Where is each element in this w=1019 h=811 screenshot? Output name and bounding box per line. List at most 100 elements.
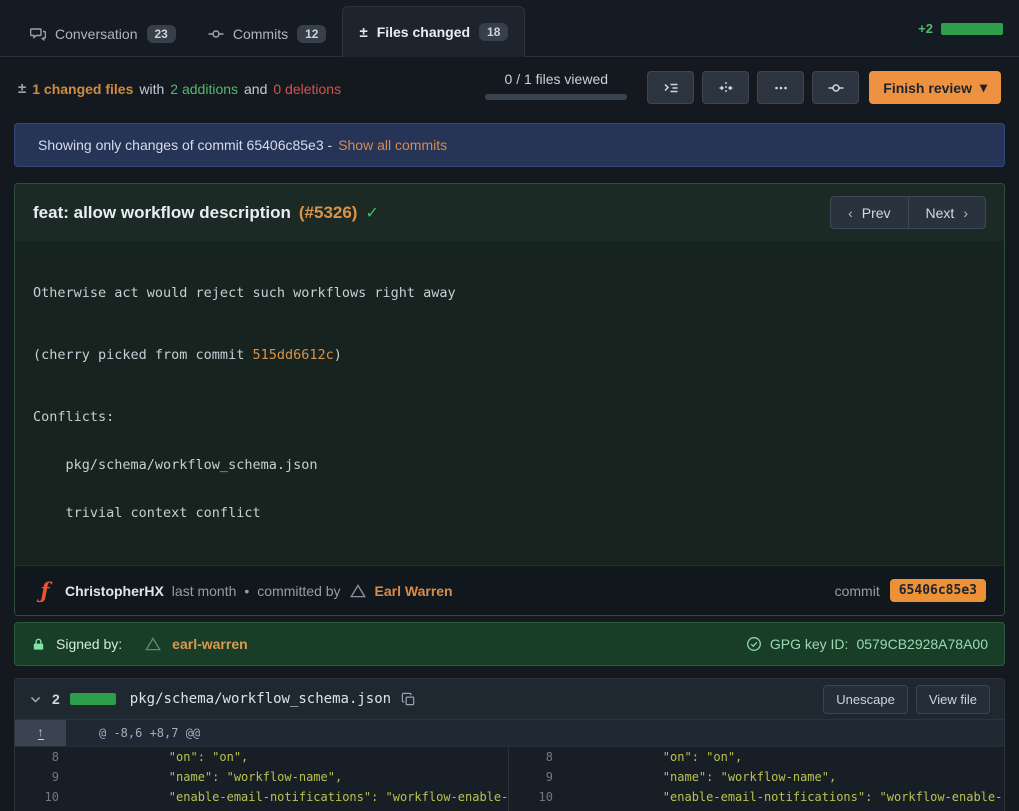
copy-path-icon[interactable] [401, 692, 416, 707]
verified-icon [746, 636, 762, 652]
commit-meta-row: ƒ ChristopherHX last month • committed b… [15, 565, 1004, 615]
files-viewed-label: 0 / 1 files viewed [485, 71, 627, 87]
signature-row: Signed by: earl-warren GPG key ID: 0579C… [14, 622, 1005, 666]
file-header: 2 pkg/schema/workflow_schema.json Unesca… [15, 679, 1004, 720]
tab-conversation[interactable]: Conversation 23 [14, 12, 192, 56]
commit-icon [208, 26, 224, 42]
file-path: pkg/schema/workflow_schema.json [130, 691, 391, 707]
code-line: "on": "on", [605, 747, 1004, 767]
file-actions: Unescape View file [823, 685, 990, 714]
ellipsis-icon [773, 80, 789, 96]
diff-row: 8 "on": "on", [509, 747, 1004, 767]
diff-icon: ± [18, 80, 26, 97]
line-number[interactable]: 9 [509, 767, 553, 787]
code-line: "enable-email-notifications": "workflow-… [605, 787, 1004, 807]
commit-message-line: (cherry picked from commit 515dd6612c) [33, 347, 986, 363]
commit-icon [828, 80, 844, 96]
commit-title-text: feat: allow workflow description [33, 203, 291, 223]
show-all-commits-link[interactable]: Show all commits [338, 137, 447, 153]
signer-avatar[interactable] [144, 635, 162, 653]
expand-up-icon: ↑ [38, 727, 44, 740]
line-number[interactable]: 10 [509, 787, 553, 807]
diff-icon: ± [359, 24, 367, 41]
gpg-key-group: GPG key ID: 0579CB2928A78A00 [746, 636, 988, 652]
chevron-down-icon[interactable] [29, 693, 42, 706]
cherry-pick-commit-link[interactable]: 515dd6612c [252, 347, 333, 363]
code-line-wrap: email-notifications", [593, 807, 1004, 811]
line-number[interactable]: 9 [15, 767, 59, 787]
unescape-button[interactable]: Unescape [823, 685, 908, 714]
code-line: "name": "workflow-name", [605, 767, 1004, 787]
commit-message-line: Conflicts: [33, 409, 986, 425]
caret-down-icon: ▾ [980, 79, 987, 96]
pr-reference-link[interactable]: (#5326) [299, 203, 358, 223]
pr-tab-bar: Conversation 23 Commits 12 ± Files chang… [0, 0, 1019, 57]
code-line: "name": "workflow-name", [111, 767, 508, 787]
finish-review-button[interactable]: Finish review ▾ [869, 71, 1001, 104]
next-commit-button[interactable]: Next › [909, 196, 986, 229]
diffstat-bar [941, 23, 1003, 35]
more-options-button[interactable] [757, 71, 804, 104]
diff-row: 9 "name": "workflow-name", [15, 767, 508, 787]
expand-hunk-button[interactable]: ↑ [15, 720, 66, 746]
commit-header: feat: allow workflow description (#5326)… [15, 184, 1004, 241]
diff-pane-old: 8 "on": "on", 9 "name": "workflow-name",… [15, 747, 508, 811]
committer-link[interactable]: Earl Warren [375, 583, 453, 599]
hunk-header-text: @ -8,6 +8,7 @@ [99, 726, 200, 740]
commit-date: last month [172, 583, 237, 599]
tab-label: Commits [233, 26, 288, 42]
author-link[interactable]: ChristopherHX [65, 583, 164, 599]
commit-pager: ‹ Prev Next › [830, 196, 986, 229]
commit-select-button[interactable] [812, 71, 859, 104]
tab-label: Conversation [55, 26, 138, 42]
commit-label: commit [835, 583, 880, 599]
commit-box: feat: allow workflow description (#5326)… [14, 183, 1005, 616]
summary-text: with [139, 81, 164, 97]
files-viewed-progress [485, 94, 627, 100]
signed-by-label: Signed by: [56, 636, 122, 652]
hunk-header-row: ↑ @ -8,6 +8,7 @@ [15, 720, 1004, 747]
commit-title: feat: allow workflow description (#5326)… [33, 203, 379, 223]
conversation-icon [30, 26, 46, 42]
diff-row: 10 "enable-email-notifications": "workfl… [509, 787, 1004, 811]
tab-files-changed[interactable]: ± Files changed 18 [342, 6, 525, 57]
changed-files-link[interactable]: 1 changed files [32, 81, 133, 97]
bullet-separator: • [244, 583, 249, 599]
split-view-toggle-button[interactable] [702, 71, 749, 104]
commit-message-line: trivial context conflict [33, 505, 986, 521]
prev-commit-button[interactable]: ‹ Prev [830, 196, 908, 229]
signer-link[interactable]: earl-warren [172, 636, 247, 652]
diff-row: 9 "name": "workflow-name", [509, 767, 1004, 787]
next-label: Next [926, 205, 955, 221]
commit-sha-group: commit 65406c85e3 [835, 579, 986, 602]
diff-row: 10 "enable-email-notifications": "workfl… [15, 787, 508, 811]
author-avatar[interactable]: ƒ [33, 578, 57, 603]
committed-by-label: committed by [257, 583, 340, 599]
diff-actions: 0 / 1 files viewed [485, 71, 1001, 104]
chevron-right-icon: › [963, 205, 968, 221]
diff-toolbar-row: ± 1 changed files with 2 additions and 0… [0, 57, 1019, 123]
line-number[interactable]: 8 [15, 747, 59, 767]
diffstat-added-count: +2 [918, 21, 933, 36]
gpg-key-label: GPG key ID: [770, 636, 849, 652]
cherry-pick-text: ) [334, 347, 342, 363]
file-tree-toggle-button[interactable] [647, 71, 694, 104]
view-file-button[interactable]: View file [916, 685, 990, 714]
diff-row: 8 "on": "on", [15, 747, 508, 767]
commit-message-line: Otherwise act would reject such workflow… [33, 285, 986, 301]
chevron-left-icon: ‹ [848, 205, 853, 221]
code-line-wrap: email-notifications", [99, 807, 508, 811]
summary-text: and [244, 81, 267, 97]
commit-message: Otherwise act would reject such workflow… [15, 241, 1004, 565]
committer-avatar[interactable] [349, 582, 367, 600]
code-line: "enable-email-notifications": "workflow-… [111, 787, 508, 807]
tab-label: Files changed [377, 24, 470, 40]
file-diffstat-bar [70, 693, 116, 705]
split-view-icon [718, 80, 734, 96]
commit-filter-banner: Showing only changes of commit 65406c85e… [14, 123, 1005, 167]
commit-message-line: pkg/schema/workflow_schema.json [33, 457, 986, 473]
line-number[interactable]: 10 [15, 787, 59, 807]
tab-commits[interactable]: Commits 12 [192, 12, 343, 56]
commit-sha-badge[interactable]: 65406c85e3 [890, 579, 986, 602]
line-number[interactable]: 8 [509, 747, 553, 767]
